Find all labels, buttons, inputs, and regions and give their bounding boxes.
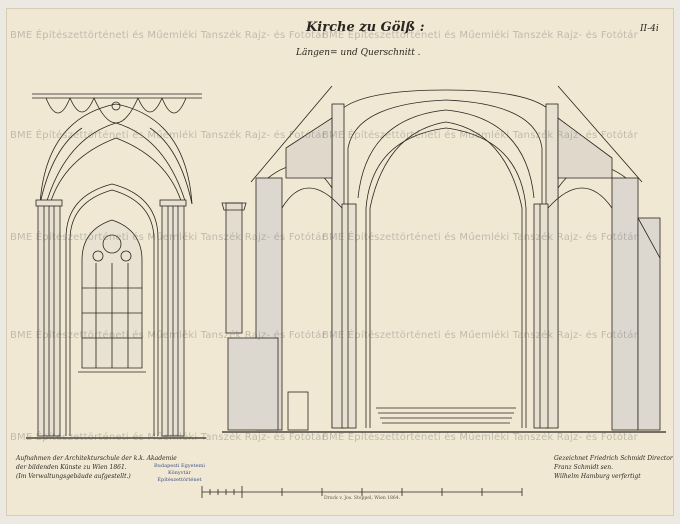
watermark-text: BME Építészettörténeti és Műemléki Tansz… [322,232,638,243]
stamp-line: Építészettörténet [157,477,202,483]
watermark-text: BME Építészettörténeti és Műemléki Tansz… [10,330,326,341]
note-left: Aufnahmen der Architekturschule der k.k.… [16,454,177,481]
watermark-text: BME Építészettörténeti és Műemléki Tansz… [10,432,326,443]
drawing-sheet: Kirche zu Gölß : Längen= und Querschnitt… [6,8,674,516]
stamp-line: Könyvtár [168,470,191,476]
note-right-line: Gezeichnet Friedrich Schmidt Director [554,455,673,462]
note-right: Gezeichnet Friedrich Schmidt Director Fr… [554,454,673,481]
watermark-text: BME Építészettörténeti és Műemléki Tansz… [10,130,326,141]
watermark-text: BME Építészettörténeti és Műemléki Tansz… [10,30,326,41]
printer-credit: Druck v. Jos. Stoppel, Wien 1864. [324,496,401,501]
watermark-text: BME Építészettörténeti és Műemléki Tansz… [322,432,638,443]
watermark-text: BME Építészettörténeti és Műemléki Tansz… [10,232,326,243]
note-left-line: Aufnahmen der Architekturschule der k.k.… [16,455,177,462]
library-stamp: Budapesti Egyetemi Könyvtár Építészettör… [154,463,205,484]
watermark-text: BME Építészettörténeti és Műemléki Tansz… [322,330,638,341]
sheet-number: II-4i [640,24,659,34]
watermark-text: BME Építészettörténeti és Műemléki Tansz… [322,130,638,141]
note-left-line: (Im Verwaltungsgebäude aufgestellt.) [16,473,131,480]
watermark-text: BME Építészettörténeti és Műemléki Tansz… [322,30,638,41]
drawing-subtitle: Längen= und Querschnitt . [296,48,421,58]
longitudinal-section [26,93,206,439]
note-right-line: Franz Schmidt sen. [554,464,614,471]
stamp-line: Budapesti Egyetemi [154,463,205,469]
note-left-line: der bildenden Künste zu Wien 1861. [16,464,127,471]
note-right-line: Wilhelm Hamburg verfertigt [554,473,641,480]
